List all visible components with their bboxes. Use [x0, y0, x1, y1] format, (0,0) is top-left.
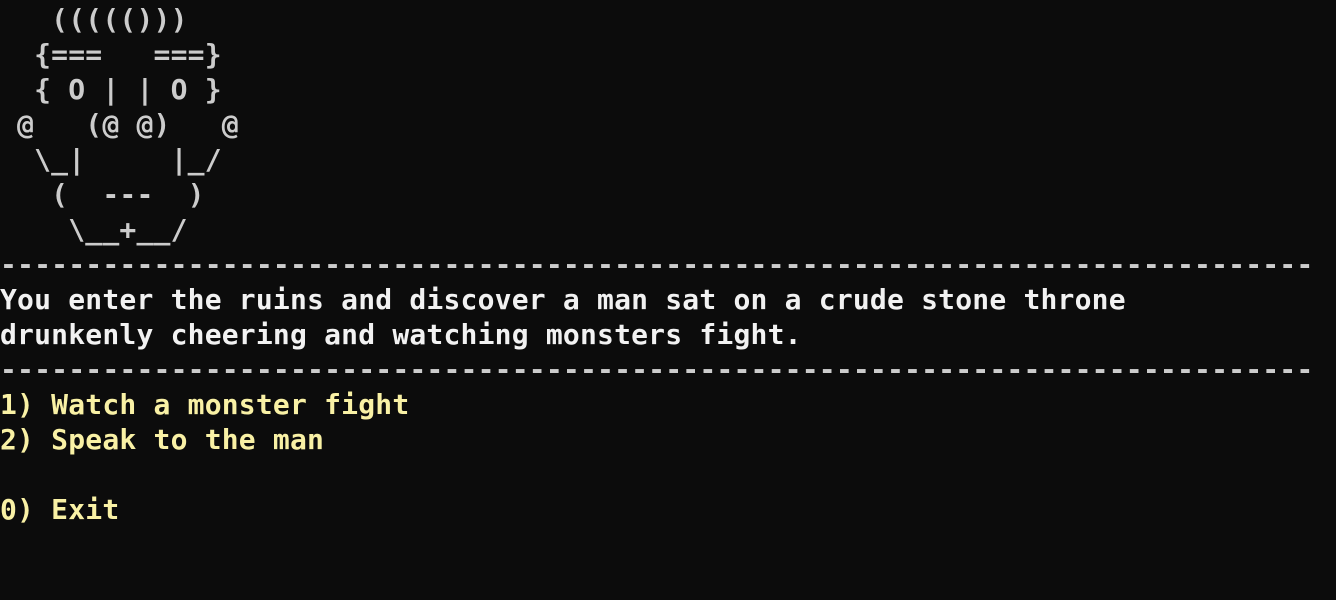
- ascii-art-line: { O | | O }: [0, 73, 222, 106]
- ascii-art-line: \_| |_/: [0, 143, 222, 176]
- ascii-art-line: \__+__/: [0, 213, 188, 246]
- separator-bottom: ----------------------------------------…: [0, 353, 1310, 386]
- option-speak-to-man[interactable]: 2) Speak to the man: [0, 422, 1336, 457]
- ascii-art-line: ((((())): [0, 3, 188, 36]
- ascii-art-line: {=== ===}: [0, 38, 222, 71]
- ascii-art-line: @ (@ @) @: [0, 108, 239, 141]
- separator-top: ----------------------------------------…: [0, 248, 1310, 281]
- story-text-line-1: You enter the ruins and discover a man s…: [0, 283, 1126, 316]
- ascii-art-portrait: ((((())) {=== ===} { O | | O } @ (@ @) @…: [0, 0, 1336, 247]
- option-watch-fight[interactable]: 1) Watch a monster fight: [0, 387, 1336, 422]
- ascii-art-line: ( --- ): [0, 178, 205, 211]
- story-text-line-2: drunkenly cheering and watching monsters…: [0, 318, 802, 351]
- terminal-window: ((((())) {=== ===} { O | | O } @ (@ @) @…: [0, 0, 1336, 600]
- option-exit[interactable]: 0) Exit: [0, 492, 1336, 527]
